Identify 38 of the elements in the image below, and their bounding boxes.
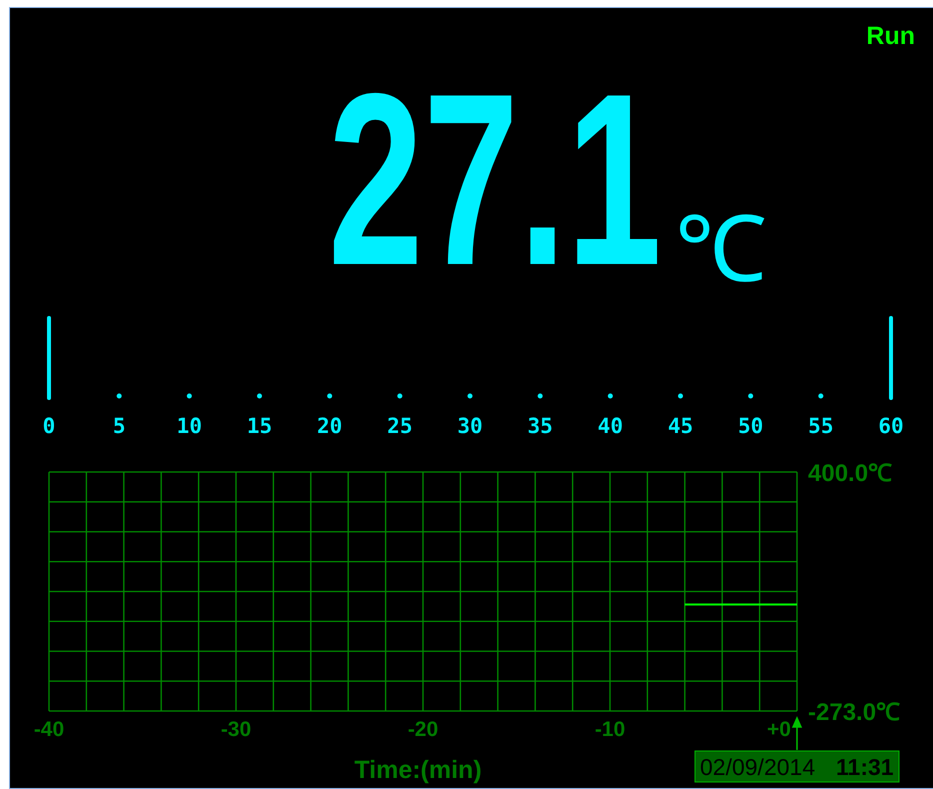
scale-tick-dot xyxy=(748,394,754,398)
scale-tick-dot xyxy=(468,394,472,398)
scale-tick-dot xyxy=(186,394,192,398)
time-marker-icon xyxy=(792,716,802,751)
scale-label: 60 xyxy=(878,414,904,438)
scale-tick-dot xyxy=(818,394,824,398)
scale-label: 20 xyxy=(317,414,342,438)
scale-label: 45 xyxy=(668,414,694,438)
scale-label: 55 xyxy=(808,414,834,438)
unit-label: ℃ xyxy=(674,204,767,296)
date-label: 02/09/2014 xyxy=(700,754,816,780)
time-label: 11:31 xyxy=(836,754,894,780)
scale-tick-dot xyxy=(116,394,122,398)
scale-label: 40 xyxy=(598,414,623,438)
scale-tick-dot xyxy=(327,394,332,398)
scale-tick-dot xyxy=(257,394,262,398)
scale-tick-dot xyxy=(397,394,402,398)
x-axis-title: Time:(min) xyxy=(354,756,482,784)
x-axis-label: -20 xyxy=(408,718,438,741)
x-axis-label: -10 xyxy=(594,718,626,741)
x-axis-label: +0 xyxy=(767,718,791,741)
y-axis-label: -273.0℃ xyxy=(808,699,900,726)
scale-label: 15 xyxy=(246,414,272,438)
scale-tick-dot xyxy=(608,394,613,398)
scale-label: 50 xyxy=(738,414,764,438)
y-axis-label: 400.0℃ xyxy=(808,460,892,487)
scale-label: 30 xyxy=(457,414,483,438)
x-axis-label: -40 xyxy=(34,718,64,741)
x-axis-label: -30 xyxy=(220,718,252,741)
scale-label: 5 xyxy=(112,414,126,438)
run-status: Run xyxy=(866,22,915,48)
temperature-reading: 27.1 xyxy=(328,57,662,302)
scale-tick-dot xyxy=(538,394,543,398)
scale-label: 35 xyxy=(528,414,553,438)
scale-label: 0 xyxy=(42,414,56,438)
scale-label: 10 xyxy=(176,414,202,438)
scale-label: 25 xyxy=(387,414,412,438)
scale-tick-dot xyxy=(678,394,683,398)
